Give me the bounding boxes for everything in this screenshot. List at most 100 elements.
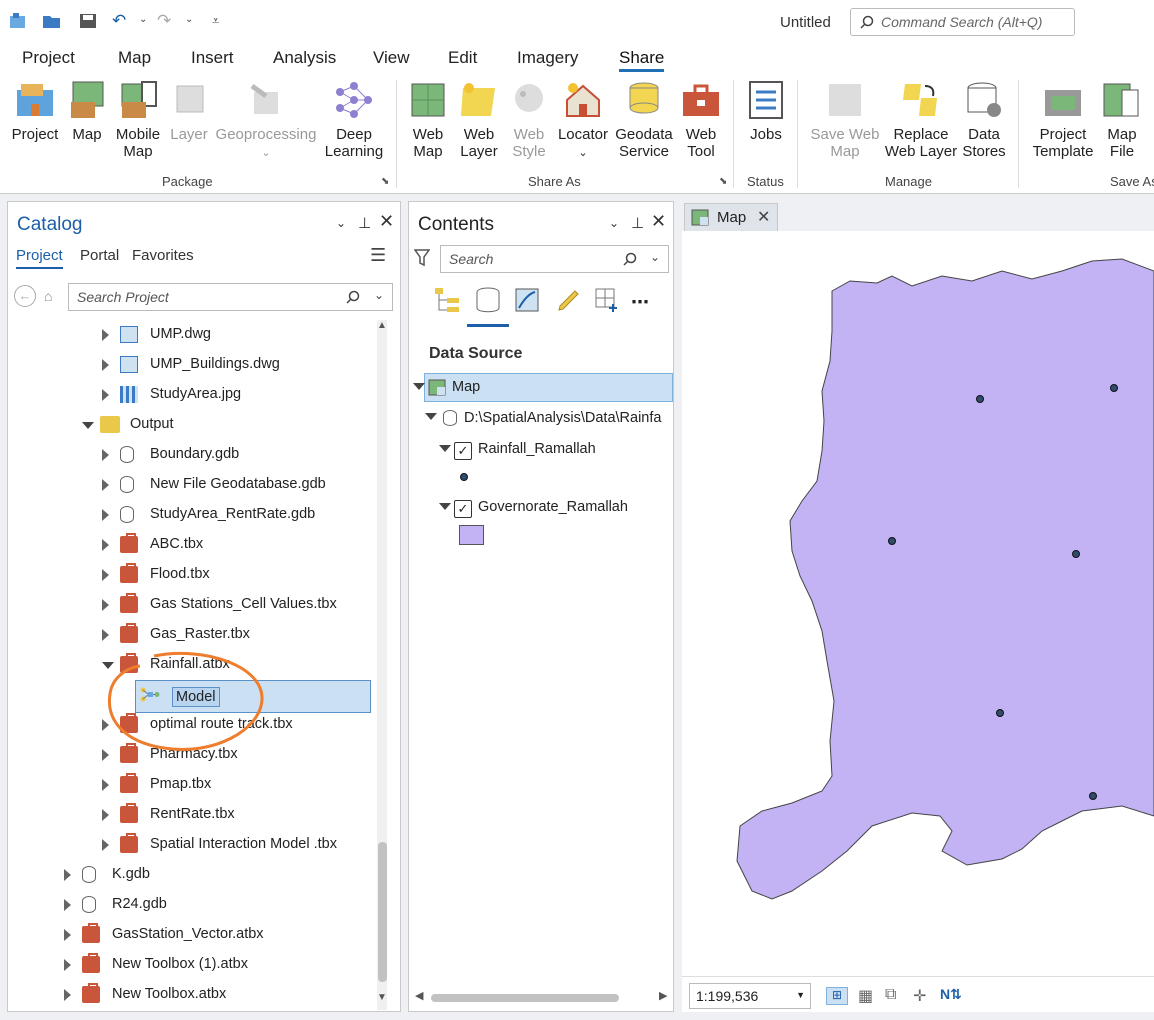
package-layer-button[interactable]: Layer <box>166 80 212 143</box>
search-icon[interactable] <box>623 252 637 266</box>
layer-visibility-checkbox[interactable]: ✓ <box>454 500 472 518</box>
share-geodata-service-button[interactable]: Geodata Service <box>612 80 676 160</box>
catalog-item[interactable]: GasStation_Vector.atbx <box>8 920 370 950</box>
close-icon[interactable]: ✕ <box>651 211 666 232</box>
expand-icon[interactable] <box>102 809 109 821</box>
new-project-icon[interactable] <box>8 12 28 30</box>
open-project-icon[interactable] <box>42 12 62 30</box>
horizontal-scrollbar[interactable]: ◀ ▶ <box>415 989 667 1005</box>
catalog-item[interactable]: Output <box>8 410 370 440</box>
tab-imagery[interactable]: Imagery <box>517 48 578 68</box>
catalog-item[interactable]: UMP_Buildings.dwg <box>8 350 370 380</box>
expand-icon[interactable] <box>64 929 71 941</box>
package-map-button[interactable]: Map <box>64 80 110 143</box>
chevron-down-icon[interactable]: ⌄ <box>609 216 619 230</box>
tab-view[interactable]: View <box>373 48 410 68</box>
replace-web-layer-button[interactable]: Replace Web Layer <box>884 80 958 160</box>
package-mobile-map-button[interactable]: Mobile Map <box>112 80 164 160</box>
pin-icon[interactable]: ⊥ <box>358 214 371 232</box>
scroll-down-icon[interactable]: ▼ <box>377 992 387 1003</box>
share-web-layer-button[interactable]: Web Layer <box>454 80 504 160</box>
list-by-data-source-icon[interactable] <box>473 286 503 314</box>
expand-icon[interactable] <box>102 449 109 461</box>
catalog-item[interactable]: New Toolbox (1).atbx <box>8 950 370 980</box>
catalog-item[interactable]: K.gdb <box>8 860 370 890</box>
more-icon[interactable]: ⋯ <box>631 292 649 313</box>
jobs-button[interactable]: Jobs <box>742 80 790 143</box>
dialog-launcher-icon[interactable]: ⬊ <box>381 176 389 187</box>
chevron-down-icon[interactable]: ⌄ <box>336 216 346 230</box>
north-arrow-icon[interactable]: N⇅ <box>940 986 962 1003</box>
catalog-item[interactable]: Gas Stations_Cell Values.tbx <box>8 590 370 620</box>
project-template-button[interactable]: Project Template <box>1028 80 1098 160</box>
filter-icon[interactable] <box>414 249 430 267</box>
scroll-up-icon[interactable]: ▲ <box>377 320 387 331</box>
package-geoprocessing-button[interactable]: Geoprocessing ⌄ <box>214 80 318 162</box>
home-icon[interactable]: ⌂ <box>44 288 52 304</box>
close-icon[interactable]: ✕ <box>757 207 770 227</box>
expand-icon[interactable] <box>102 599 109 611</box>
chevron-down-icon[interactable]: ⌄ <box>374 288 384 302</box>
data-stores-button[interactable]: Data Stores <box>960 80 1008 160</box>
grid-icon[interactable]: ▦ <box>858 986 873 1006</box>
layer-visibility-checkbox[interactable]: ✓ <box>454 442 472 460</box>
catalog-item[interactable]: RentRate.tbx <box>8 800 370 830</box>
expand-icon[interactable] <box>413 383 425 390</box>
list-by-drawing-order-icon[interactable] <box>433 286 463 314</box>
search-icon[interactable] <box>346 290 360 304</box>
tab-edit[interactable]: Edit <box>448 48 477 68</box>
scale-selector[interactable]: 1:199,536 ▼ <box>689 983 811 1009</box>
catalog-item[interactable]: Flood.tbx <box>8 560 370 590</box>
list-by-selection-icon[interactable] <box>593 286 623 314</box>
catalog-item[interactable]: R24.gdb <box>8 890 370 920</box>
share-web-map-button[interactable]: Web Map <box>404 80 452 160</box>
expand-icon[interactable] <box>102 779 109 791</box>
expand-icon[interactable] <box>102 509 109 521</box>
expand-icon[interactable] <box>439 445 451 452</box>
catalog-item[interactable]: UMP.dwg <box>8 320 370 350</box>
chevron-down-icon[interactable]: ⌄ <box>650 250 660 264</box>
catalog-item[interactable]: New Toolbox.atbx <box>8 980 370 1010</box>
undo-icon[interactable]: ↶ <box>112 11 126 31</box>
scroll-left-icon[interactable]: ◀ <box>415 989 423 1002</box>
expand-icon[interactable] <box>102 539 109 551</box>
dialog-launcher-icon[interactable]: ⬊ <box>719 176 727 187</box>
catalog-item[interactable]: Boundary.gdb <box>8 440 370 470</box>
scrollbar-thumb[interactable] <box>431 994 619 1002</box>
tab-insert[interactable]: Insert <box>191 48 234 68</box>
catalog-item[interactable]: Gas_Raster.tbx <box>8 620 370 650</box>
expand-icon[interactable] <box>102 479 109 491</box>
pin-icon[interactable]: ⊥ <box>631 214 644 232</box>
expand-icon[interactable] <box>102 839 109 851</box>
tab-share[interactable]: Share <box>619 48 665 72</box>
scroll-right-icon[interactable]: ▶ <box>659 989 667 1002</box>
save-project-icon[interactable] <box>78 12 98 30</box>
map-file-button[interactable]: Map File <box>1100 80 1144 160</box>
catalog-search-input[interactable]: Search Project <box>68 283 393 311</box>
package-project-button[interactable]: Project <box>8 80 62 143</box>
expand-icon[interactable] <box>102 329 109 341</box>
expand-icon[interactable] <box>439 503 451 510</box>
catalog-item[interactable]: StudyArea_RentRate.gdb <box>8 500 370 530</box>
map-tab[interactable]: Map ✕ <box>684 203 778 231</box>
catalog-tab-favorites[interactable]: Favorites <box>132 247 194 264</box>
catalog-tab-portal[interactable]: Portal <box>80 247 119 264</box>
package-deep-learning-button[interactable]: Deep Learning <box>324 80 384 160</box>
command-search-input[interactable]: Command Search (Alt+Q) <box>850 8 1075 36</box>
save-web-map-button[interactable]: Save Web Map <box>810 80 880 160</box>
expand-icon[interactable] <box>102 569 109 581</box>
back-icon[interactable]: ← <box>14 285 36 307</box>
close-icon[interactable]: ✕ <box>379 211 394 232</box>
expand-icon[interactable] <box>64 959 71 971</box>
tab-map[interactable]: Map <box>118 48 151 68</box>
customize-toolbar-icon[interactable]: ⩡ <box>212 13 219 29</box>
expand-icon[interactable] <box>102 359 109 371</box>
list-by-source-type-icon[interactable] <box>513 286 543 314</box>
tab-analysis[interactable]: Analysis <box>273 48 336 68</box>
expand-icon[interactable] <box>102 629 109 641</box>
expand-icon[interactable] <box>64 869 71 881</box>
expand-icon[interactable] <box>82 422 94 429</box>
redo-icon[interactable]: ↷ <box>157 11 171 31</box>
undo-dropdown-icon[interactable]: ⌄ <box>139 14 147 25</box>
expand-icon[interactable] <box>102 389 109 401</box>
